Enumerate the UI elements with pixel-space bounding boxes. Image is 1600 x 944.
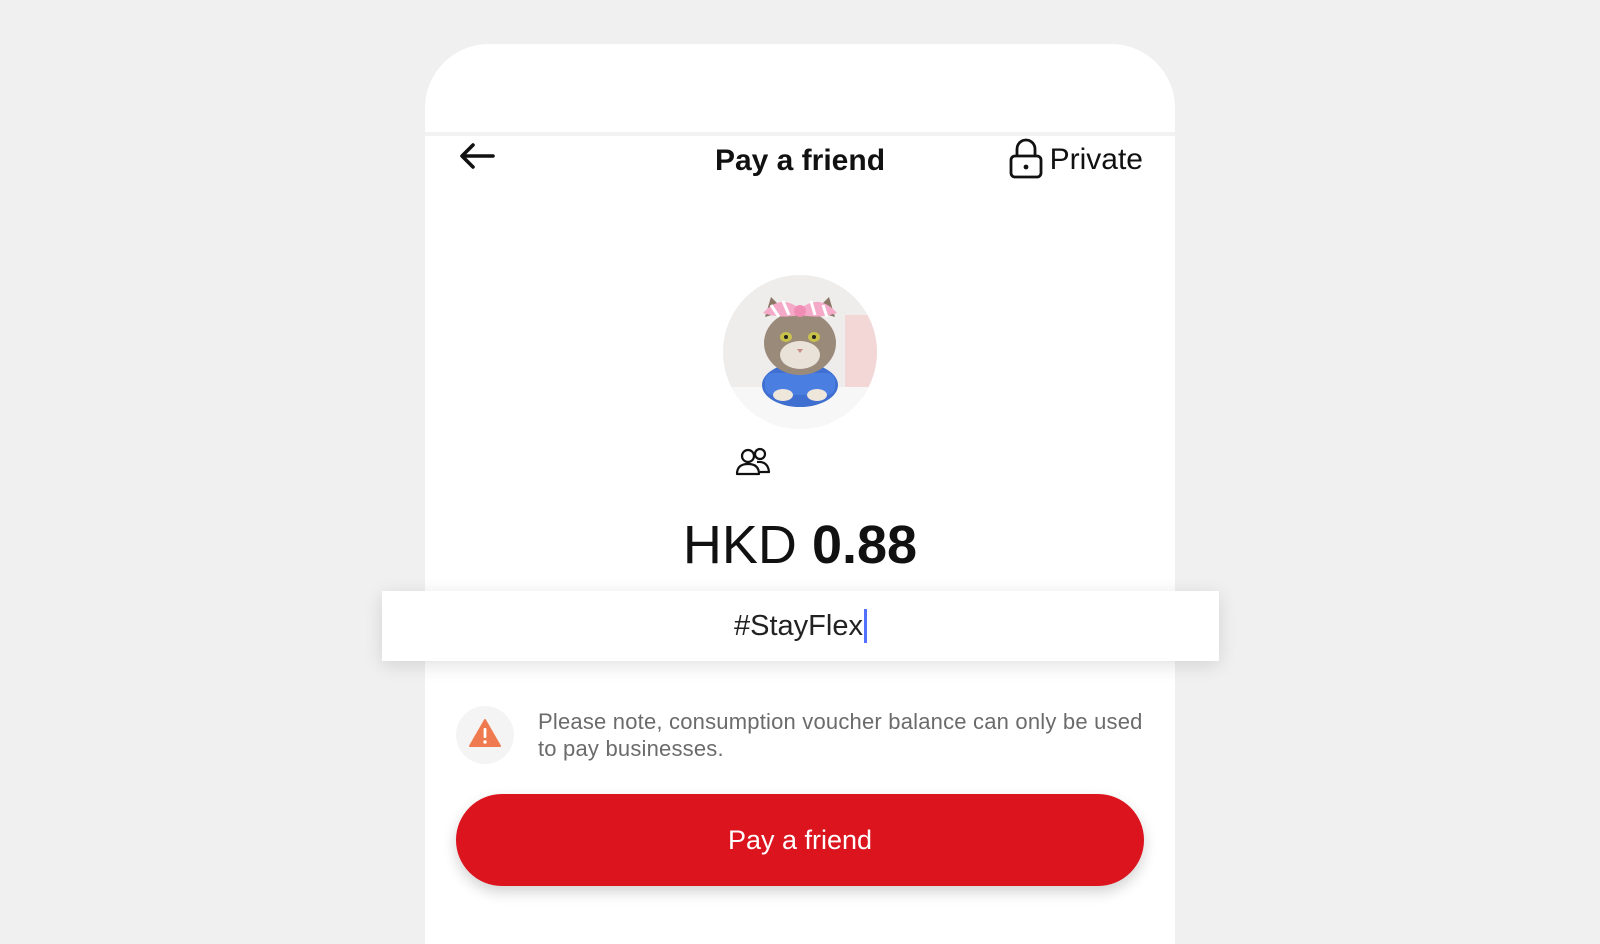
warning-badge xyxy=(456,706,514,764)
privacy-toggle[interactable]: Private xyxy=(1006,138,1143,182)
header-bar: Pay a friend Private xyxy=(425,130,1175,190)
cat-avatar[interactable] xyxy=(723,275,877,429)
amount-display: HKD 0.88 xyxy=(425,518,1175,572)
message-input[interactable]: #StayFlex xyxy=(382,591,1219,661)
pay-a-friend-button[interactable]: Pay a friend xyxy=(456,794,1144,886)
warning-icon xyxy=(468,718,502,753)
text-caret xyxy=(863,609,867,643)
currency-label: HKD xyxy=(682,515,797,575)
amount-value: 0.88 xyxy=(811,515,918,575)
voucher-notice: Please note, consumption voucher balance… xyxy=(456,706,1146,766)
group-icon xyxy=(735,444,771,480)
lock-icon xyxy=(1006,137,1046,184)
privacy-label: Private xyxy=(1049,143,1143,176)
message-text: #StayFlex xyxy=(734,609,863,642)
notice-text: Please note, consumption voucher balance… xyxy=(538,709,1143,761)
